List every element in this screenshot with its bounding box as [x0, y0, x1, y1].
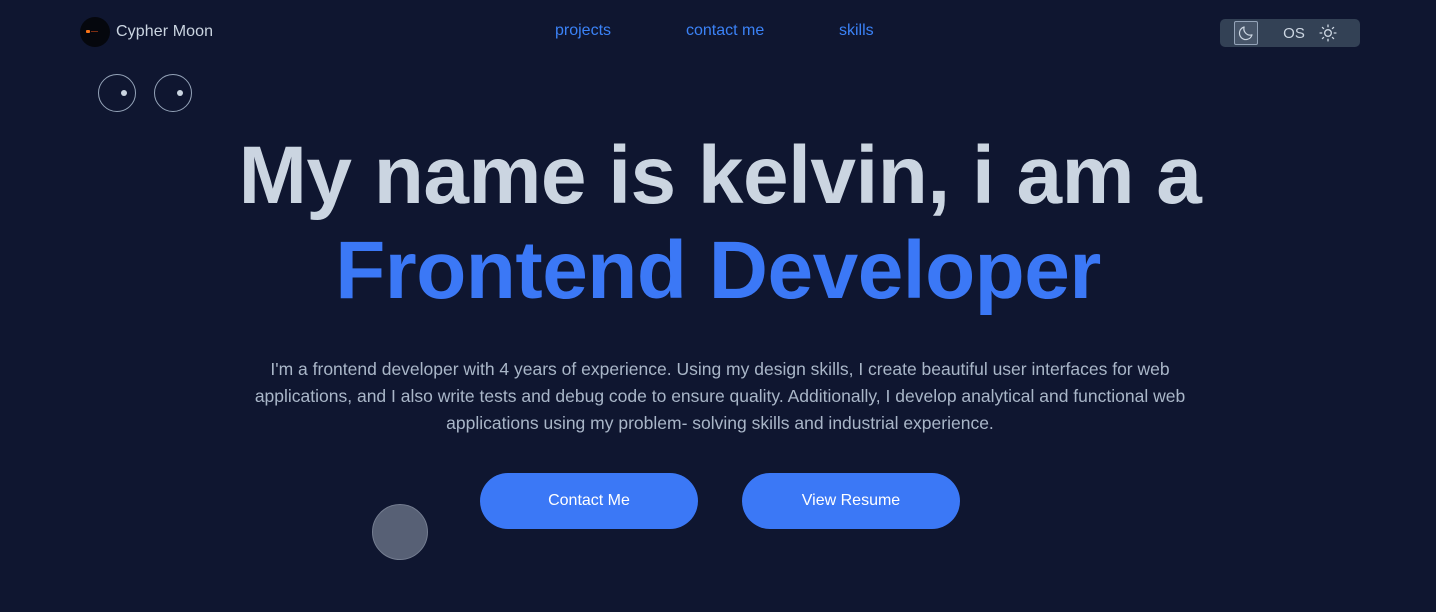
- decorative-ring-1: [98, 74, 136, 112]
- hero-description: I'm a frontend developer with 4 years of…: [254, 359, 1186, 433]
- nav-link-contact-me[interactable]: contact me: [686, 22, 764, 40]
- hero-title-role: Frontend Developer: [335, 225, 1101, 316]
- light-mode-button[interactable]: [1316, 19, 1340, 47]
- contact-me-button[interactable]: Contact Me: [480, 473, 698, 529]
- nav-link-skills[interactable]: skills: [839, 22, 874, 40]
- hero-title: My name is kelvin, i am a Frontend Devel…: [0, 128, 1436, 318]
- dark-mode-button[interactable]: [1234, 21, 1258, 45]
- moon-icon: [1238, 26, 1253, 41]
- os-theme-button[interactable]: OS: [1272, 19, 1316, 47]
- sun-icon: [1319, 24, 1337, 42]
- theme-switch: OS: [1220, 19, 1360, 47]
- site-header: Cypher Moon projects contact me skills O…: [0, 0, 1436, 66]
- cursor-follower: [372, 504, 428, 560]
- hero-title-line1: My name is kelvin, i am a: [238, 130, 1202, 221]
- decorative-ring-2: [154, 74, 192, 112]
- nav-link-projects[interactable]: projects: [555, 22, 611, 40]
- view-resume-button[interactable]: View Resume: [742, 473, 960, 529]
